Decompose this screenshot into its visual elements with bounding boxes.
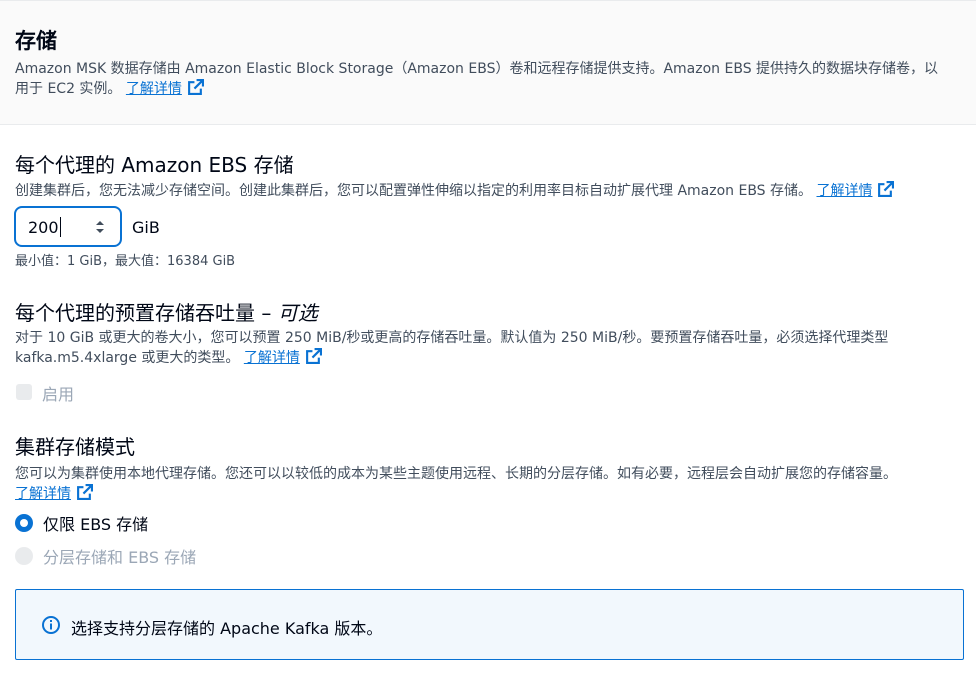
text-caret [60, 217, 61, 237]
throughput-title-sep: – [255, 301, 278, 325]
radio-ebs-only-label[interactable]: 仅限 EBS 存储 [43, 511, 148, 535]
cluster-storage-mode-title: 集群存储模式 [15, 435, 135, 459]
throughput-optional-label: 可选 [277, 301, 318, 325]
mode-desc-text: 您可以为集群使用本地代理存储。您还可以以较低的成本为某些主题使用远程、长期的分层… [15, 466, 897, 482]
mode-learn-more-link[interactable]: 了解详情 [15, 486, 71, 502]
throughput-desc-line2-wrap: kafka.m5.4xlarge 或更大的类型。 了解详情 [15, 348, 965, 368]
header-desc-line2-wrap: 用于 EC2 实例。 了解详情 [15, 79, 965, 99]
radio-tiered-storage-label[interactable]: 分层存储和 EBS 存储 [43, 544, 196, 568]
ebs-learn-more-link[interactable]: 了解详情 [816, 183, 872, 199]
cluster-storage-mode-description: 您可以为集群使用本地代理存储。您还可以以较低的成本为某些主题使用远程、长期的分层… [15, 464, 970, 504]
throughput-title: 每个代理的预置存储吞吐量 – 可选 [15, 297, 318, 326]
throughput-description: 对于 10 GiB 或更大的卷大小，您可以预置 250 MiB/秒或更高的存储吞… [15, 328, 965, 368]
external-link-icon[interactable] [877, 181, 895, 198]
mode-link-wrap: 了解详情 [15, 484, 970, 504]
ebs-storage-description: 创建集群后，您无法减少存储空间。创建此集群后，您可以配置弹性伸缩以指定的利用率目… [15, 181, 895, 201]
throughput-learn-more-link[interactable]: 了解详情 [244, 350, 300, 366]
enable-throughput-checkbox[interactable] [16, 384, 32, 400]
radio-ebs-only[interactable] [15, 514, 33, 532]
radio-tiered-storage[interactable] [15, 547, 33, 565]
ebs-unit-label: GiB [132, 218, 160, 237]
throughput-desc-line2: kafka.m5.4xlarge 或更大的类型。 [15, 350, 240, 366]
external-link-icon[interactable] [76, 484, 93, 501]
learn-more-link[interactable]: 了解详情 [126, 81, 182, 97]
throughput-title-text: 每个代理的预置存储吞吐量 [15, 301, 255, 325]
page-title: 存储 [15, 29, 57, 53]
info-alert: 选择支持分层存储的 Apache Kafka 版本。 [15, 589, 964, 660]
header-desc-line1: Amazon MSK 数据存储由 Amazon Elastic Block St… [15, 61, 939, 77]
info-icon [42, 616, 60, 634]
external-link-icon[interactable] [187, 79, 204, 96]
storage-header: 存储 Amazon MSK 数据存储由 Amazon Elastic Block… [0, 0, 976, 125]
header-description: Amazon MSK 数据存储由 Amazon Elastic Block St… [15, 59, 965, 99]
throughput-desc-line1: 对于 10 GiB 或更大的卷大小，您可以预置 250 MiB/秒或更高的存储吞… [15, 330, 889, 346]
ebs-storage-title: 每个代理的 Amazon EBS 存储 [15, 153, 294, 177]
stepper-icon[interactable] [94, 218, 106, 236]
ebs-desc-text: 创建集群后，您无法减少存储空间。创建此集群后，您可以配置弹性伸缩以指定的利用率目… [15, 183, 813, 199]
ebs-storage-input[interactable]: 200 [14, 206, 122, 247]
header-desc-line2: 用于 EC2 实例。 [15, 81, 122, 97]
enable-checkbox-label: 启用 [42, 385, 75, 404]
ebs-constraint-text: 最小值：1 GiB，最大值：16384 GiB [15, 254, 236, 269]
external-link-icon[interactable] [305, 348, 322, 365]
info-alert-text: 选择支持分层存储的 Apache Kafka 版本。 [71, 619, 383, 638]
ebs-storage-value[interactable]: 200 [28, 218, 59, 237]
